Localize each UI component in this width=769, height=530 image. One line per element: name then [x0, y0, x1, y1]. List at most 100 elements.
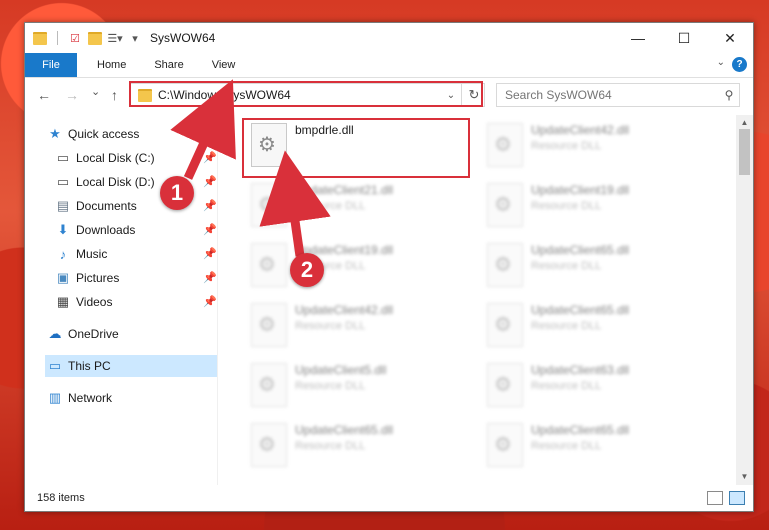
address-bar[interactable]: C:\Windows\SysWOW64 ⌄: [129, 83, 485, 107]
sidebar-item-label: Downloads: [76, 223, 136, 237]
file-type: Resource DLL: [295, 380, 366, 392]
sidebar-item-downloads[interactable]: ⬇ Downloads: [55, 219, 136, 241]
pin-icon[interactable]: 📌: [203, 295, 217, 308]
list-item[interactable]: UpdateClient63.dll Resource DLL: [483, 361, 713, 413]
pin-icon[interactable]: 📌: [203, 223, 217, 236]
list-item[interactable]: UpdateClient65.dll Resource DLL: [247, 421, 477, 473]
list-item[interactable]: UpdateClient21.dll Resource DLL: [247, 181, 477, 233]
dll-file-icon: [251, 423, 287, 467]
folder-icon: [33, 31, 47, 45]
sidebar-item-quick-access[interactable]: ★ Quick access: [47, 123, 139, 145]
item-count: 158 items: [37, 492, 85, 504]
sidebar-item-label: Pictures: [76, 271, 120, 285]
status-bar: 158 items: [25, 485, 753, 511]
back-button[interactable]: ←: [37, 87, 51, 103]
sidebar-item-network[interactable]: ▥ Network: [47, 387, 112, 409]
customize-toolbar-icon[interactable]: ☰▾: [107, 31, 122, 45]
sidebar-item-label: Music: [76, 247, 108, 261]
pin-icon[interactable]: 📌: [203, 247, 217, 260]
list-item[interactable]: UpdateClient65.dll Resource DLL: [483, 241, 713, 293]
refresh-button[interactable]: ↻: [461, 83, 486, 107]
pin-icon[interactable]: 📌: [203, 151, 217, 164]
list-item[interactable]: UpdateClient19.dllResource DLL: [483, 181, 713, 233]
file-name: UpdateClient19.dll: [531, 183, 630, 197]
pictures-icon: ▣: [56, 270, 70, 285]
address-dropdown-icon[interactable]: ⌄: [442, 90, 460, 101]
tab-home[interactable]: Home: [83, 59, 140, 71]
search-icon[interactable]: ⚲: [719, 88, 739, 102]
view-switcher: [707, 491, 745, 505]
new-folder-icon[interactable]: [88, 31, 102, 45]
window-controls: — ☐ ✕: [615, 23, 753, 53]
sidebar-item-videos[interactable]: ▦ Videos: [55, 291, 113, 313]
tab-view[interactable]: View: [198, 59, 250, 71]
dll-file-icon: [251, 123, 287, 167]
sidebar-item-music[interactable]: ♪ Music: [55, 243, 108, 265]
dll-file-icon: [251, 303, 287, 347]
step-two-badge: 2: [290, 253, 324, 287]
vertical-scrollbar[interactable]: ▲ ▼: [736, 115, 753, 485]
list-item[interactable]: UpdateClient5.dll Resource DLL: [247, 361, 477, 413]
file-name: UpdateClient42.dll: [531, 123, 630, 137]
pin-icon[interactable]: 📌: [203, 199, 217, 212]
sidebar-item-local-disk-d[interactable]: ▭ Local Disk (D:): [55, 171, 155, 193]
sidebar-item-documents[interactable]: ▤ Documents: [55, 195, 137, 217]
details-view-icon[interactable]: [707, 491, 723, 505]
sidebar-item-local-disk-c[interactable]: ▭ Local Disk (C:): [55, 147, 155, 169]
up-button[interactable]: ↑: [111, 87, 118, 103]
maximize-button[interactable]: ☐: [661, 23, 707, 53]
sidebar-item-label: Local Disk (C:): [76, 151, 155, 165]
close-button[interactable]: ✕: [707, 23, 753, 53]
downloads-icon: ⬇: [57, 222, 69, 237]
dll-file-icon: [487, 123, 523, 167]
sidebar-item-onedrive[interactable]: ☁ OneDrive: [47, 323, 119, 345]
properties-icon[interactable]: ☑: [68, 31, 82, 45]
tab-file[interactable]: File: [25, 53, 77, 77]
list-item[interactable]: UpdateClient42.dll Resource DLL: [247, 301, 477, 353]
videos-icon: ▦: [56, 294, 70, 309]
sidebar-item-label: Network: [68, 391, 113, 405]
file-type: Resource DLL: [531, 440, 602, 452]
ribbon-expand-icon[interactable]: ⌄: [717, 57, 725, 68]
search-box[interactable]: ⚲: [496, 83, 740, 107]
file-type: Resource DLL: [295, 440, 366, 452]
list-item[interactable]: UpdateClient65.dll Resource DLL: [483, 421, 713, 473]
drive-icon: ▭: [56, 174, 70, 189]
list-item[interactable]: UpdateClient19.dllResource DLL: [247, 241, 477, 293]
list-item[interactable]: UpdateClient42.dll Resource DLL: [483, 121, 713, 173]
step-one-badge: 1: [160, 176, 194, 210]
minimize-button[interactable]: —: [615, 23, 661, 53]
scroll-down-icon[interactable]: ▼: [736, 469, 753, 485]
file-name: UpdateClient65.dll: [531, 243, 630, 257]
sidebar-item-label: This PC: [68, 359, 111, 373]
address-path[interactable]: C:\Windows\SysWOW64: [158, 88, 442, 102]
file-name: bmpdrle.dll: [295, 123, 354, 137]
help-icon[interactable]: ?: [732, 57, 747, 72]
file-item-bmpdrle[interactable]: bmpdrle.dll: [247, 121, 477, 173]
tab-share[interactable]: Share: [140, 59, 197, 71]
file-name: UpdateClient5.dll: [295, 363, 387, 377]
tiles-view-icon[interactable]: [729, 491, 745, 505]
music-icon: ♪: [59, 246, 67, 262]
file-name: UpdateClient63.dll: [531, 363, 630, 377]
file-type: Resource DLL: [531, 140, 602, 152]
sidebar-item-this-pc[interactable]: ▭ This PC: [45, 355, 217, 377]
recent-locations-button[interactable]: ⌄: [91, 85, 100, 98]
file-name: UpdateClient65.dll: [295, 423, 394, 437]
dll-file-icon: [487, 363, 523, 407]
scroll-thumb[interactable]: [739, 129, 750, 175]
pin-icon[interactable]: 📌: [203, 175, 217, 188]
network-icon: ▥: [48, 390, 62, 405]
toolbar-dropdown-icon[interactable]: ▾: [128, 31, 142, 45]
list-item[interactable]: UpdateClient65.dll Resource DLL: [483, 301, 713, 353]
sidebar-item-pictures[interactable]: ▣ Pictures: [55, 267, 120, 289]
search-input[interactable]: [497, 87, 719, 103]
pin-icon[interactable]: 📌: [203, 271, 217, 284]
quick-access-toolbar: ☑ ☰▾ ▾: [25, 31, 142, 45]
file-name: UpdateClient65.dll: [531, 303, 630, 317]
file-list: bmpdrle.dll UpdateClient21.dll Resource D…: [243, 115, 733, 485]
sidebar-item-label: OneDrive: [68, 327, 119, 341]
file-type: Resource DLL: [295, 320, 366, 332]
forward-button[interactable]: →: [65, 87, 79, 103]
file-type: Resource DLL: [531, 380, 602, 392]
